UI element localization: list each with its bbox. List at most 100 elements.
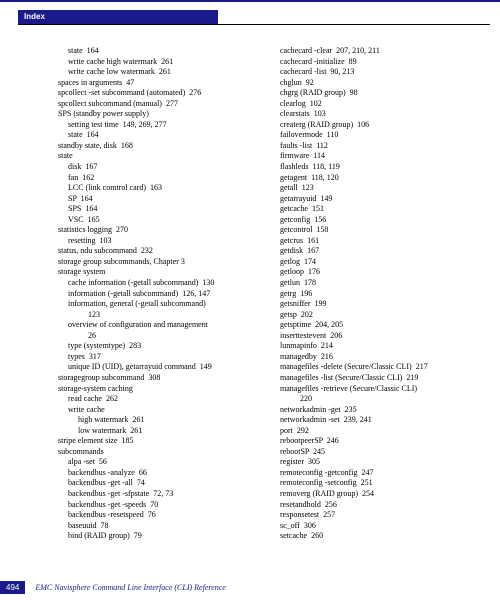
index-entry: resetting 103 bbox=[48, 236, 264, 247]
index-entry: getlun 178 bbox=[280, 278, 480, 289]
index-entry: chglun 92 bbox=[280, 78, 480, 89]
index-entry: getcrus 161 bbox=[280, 236, 480, 247]
index-entry: port 292 bbox=[280, 426, 480, 437]
index-entry: SPS 164 bbox=[48, 204, 264, 215]
index-entry: cachecard -clear 207, 210, 211 bbox=[280, 46, 480, 57]
index-entry: statistics logging 270 bbox=[48, 225, 264, 236]
index-entry: getsp 202 bbox=[280, 310, 480, 321]
footer: 494 EMC Navisphere Command Line Interfac… bbox=[0, 581, 226, 594]
index-entry: lunmapinfo 214 bbox=[280, 341, 480, 352]
index-entry: status, ndu subcommand 232 bbox=[48, 246, 264, 257]
index-entry: alpa -set 56 bbox=[48, 457, 264, 468]
index-entry: VSC 165 bbox=[48, 215, 264, 226]
index-entry: getconfig 156 bbox=[280, 215, 480, 226]
index-entry: 220 bbox=[280, 394, 480, 405]
index-entry: managefiles -retrieve (Secure/Classic CL… bbox=[280, 384, 480, 395]
index-entry: sc_off 306 bbox=[280, 521, 480, 532]
page-number: 494 bbox=[0, 581, 25, 594]
index-entry: fan 162 bbox=[48, 173, 264, 184]
index-entry: information, general (-getall subcommand… bbox=[48, 299, 264, 310]
index-entry: state 164 bbox=[48, 130, 264, 141]
index-entry: managefiles -list (Secure/Classic CLI) 2… bbox=[280, 373, 480, 384]
index-entry: backendbus -resetspeed 76 bbox=[48, 510, 264, 521]
index-entry: write cache high watermark 261 bbox=[48, 57, 264, 68]
index-entry: rebootSP 245 bbox=[280, 447, 480, 458]
index-entry: spaces in arguments 47 bbox=[48, 78, 264, 89]
index-entry: types 317 bbox=[48, 352, 264, 363]
index-entry: 26 bbox=[48, 331, 264, 342]
header-rule bbox=[18, 24, 490, 25]
index-entry: networkadmin -set 239, 241 bbox=[280, 415, 480, 426]
index-entry: resetandhold 256 bbox=[280, 500, 480, 511]
index-entry: SPS (standby power supply) bbox=[48, 109, 264, 120]
index-entry: overview of configuration and management bbox=[48, 320, 264, 331]
index-entry: state bbox=[48, 151, 264, 162]
index-entry: subcommands bbox=[48, 447, 264, 458]
index-entry: read cache 262 bbox=[48, 394, 264, 405]
index-entry: spcollect subcommand (manual) 277 bbox=[48, 99, 264, 110]
index-entry: remoteconfig -getconfig 247 bbox=[280, 468, 480, 479]
index-entry: type (systemtype) 283 bbox=[48, 341, 264, 352]
index-entry: bind (RAID group) 79 bbox=[48, 531, 264, 542]
index-entry: storagegroup subcommand 308 bbox=[48, 373, 264, 384]
index-entry: removerg (RAID group) 254 bbox=[280, 489, 480, 500]
index-entry: responsetest 257 bbox=[280, 510, 480, 521]
index-entry: networkadmin -get 235 bbox=[280, 405, 480, 416]
index-entry: 123 bbox=[48, 310, 264, 321]
index-entry: storage system bbox=[48, 267, 264, 278]
index-entry: managedby 216 bbox=[280, 352, 480, 363]
index-entry: inserttestevent 206 bbox=[280, 331, 480, 342]
index-entry: failovermode 110 bbox=[280, 130, 480, 141]
index-entry: write cache low watermark 261 bbox=[48, 67, 264, 78]
index-entry: getsniffer 199 bbox=[280, 299, 480, 310]
index-entry: rebootpeerSP 246 bbox=[280, 436, 480, 447]
index-entry: spcollect -set subcommand (automated) 27… bbox=[48, 88, 264, 99]
index-entry: getlog 174 bbox=[280, 257, 480, 268]
index-entry: setting test time 149, 269, 277 bbox=[48, 120, 264, 131]
index-entry: baseuuid 78 bbox=[48, 521, 264, 532]
index-entry: high watermark 261 bbox=[48, 415, 264, 426]
index-entry: unique ID (UID), getarrayuid command 149 bbox=[48, 362, 264, 373]
index-entry: state 164 bbox=[48, 46, 264, 57]
index-entry: getsptime 204, 205 bbox=[280, 320, 480, 331]
index-entry: cachecard -initialize 89 bbox=[280, 57, 480, 68]
index-entry: createrg (RAID group) 106 bbox=[280, 120, 480, 131]
index-entry: information (-getall subcommand) 126, 14… bbox=[48, 289, 264, 300]
index-content: state 164write cache high watermark 261w… bbox=[48, 46, 480, 576]
index-entry: standby state, disk 168 bbox=[48, 141, 264, 152]
index-entry: getarrayuid 149 bbox=[280, 194, 480, 205]
index-entry: getrg 196 bbox=[280, 289, 480, 300]
index-entry: getagent 118, 120 bbox=[280, 173, 480, 184]
index-entry: remoteconfig -setconfig 251 bbox=[280, 478, 480, 489]
index-entry: backendbus -analyze 66 bbox=[48, 468, 264, 479]
index-column-right: cachecard -clear 207, 210, 211cachecard … bbox=[280, 46, 480, 576]
index-entry: clearlog 102 bbox=[280, 99, 480, 110]
index-entry: clearstats 103 bbox=[280, 109, 480, 120]
index-entry: register 305 bbox=[280, 457, 480, 468]
index-entry: backendbus -get -all 74 bbox=[48, 478, 264, 489]
index-entry: cache information (-getall subcommand) 1… bbox=[48, 278, 264, 289]
index-entry: setcache 260 bbox=[280, 531, 480, 542]
footer-title: EMC Navisphere Command Line Interface (C… bbox=[35, 583, 225, 592]
index-entry: stripe element size 185 bbox=[48, 436, 264, 447]
index-entry: firmware 114 bbox=[280, 151, 480, 162]
index-entry: getall 123 bbox=[280, 183, 480, 194]
index-entry: cachecard -list 90, 213 bbox=[280, 67, 480, 78]
index-column-left: state 164write cache high watermark 261w… bbox=[48, 46, 264, 576]
index-entry: getdisk 167 bbox=[280, 246, 480, 257]
index-entry: chgrg (RAID group) 98 bbox=[280, 88, 480, 99]
top-rule bbox=[0, 0, 500, 2]
index-tab: Index bbox=[18, 10, 218, 24]
index-entry: flashleds 118, 119 bbox=[280, 162, 480, 173]
index-entry: write cache bbox=[48, 405, 264, 416]
index-entry: storage-system caching bbox=[48, 384, 264, 395]
index-entry: getcache 151 bbox=[280, 204, 480, 215]
index-entry: LCC (link comtrol card) 163 bbox=[48, 183, 264, 194]
index-entry: getloop 176 bbox=[280, 267, 480, 278]
index-entry: managefiles -delete (Secure/Classic CLI)… bbox=[280, 362, 480, 373]
index-entry: backendbus -get -sfpstate 72, 73 bbox=[48, 489, 264, 500]
index-entry: low watermark 261 bbox=[48, 426, 264, 437]
index-entry: storage group subcommands, Chapter 3 bbox=[48, 257, 264, 268]
index-entry: SP 164 bbox=[48, 194, 264, 205]
index-entry: faults -list 112 bbox=[280, 141, 480, 152]
